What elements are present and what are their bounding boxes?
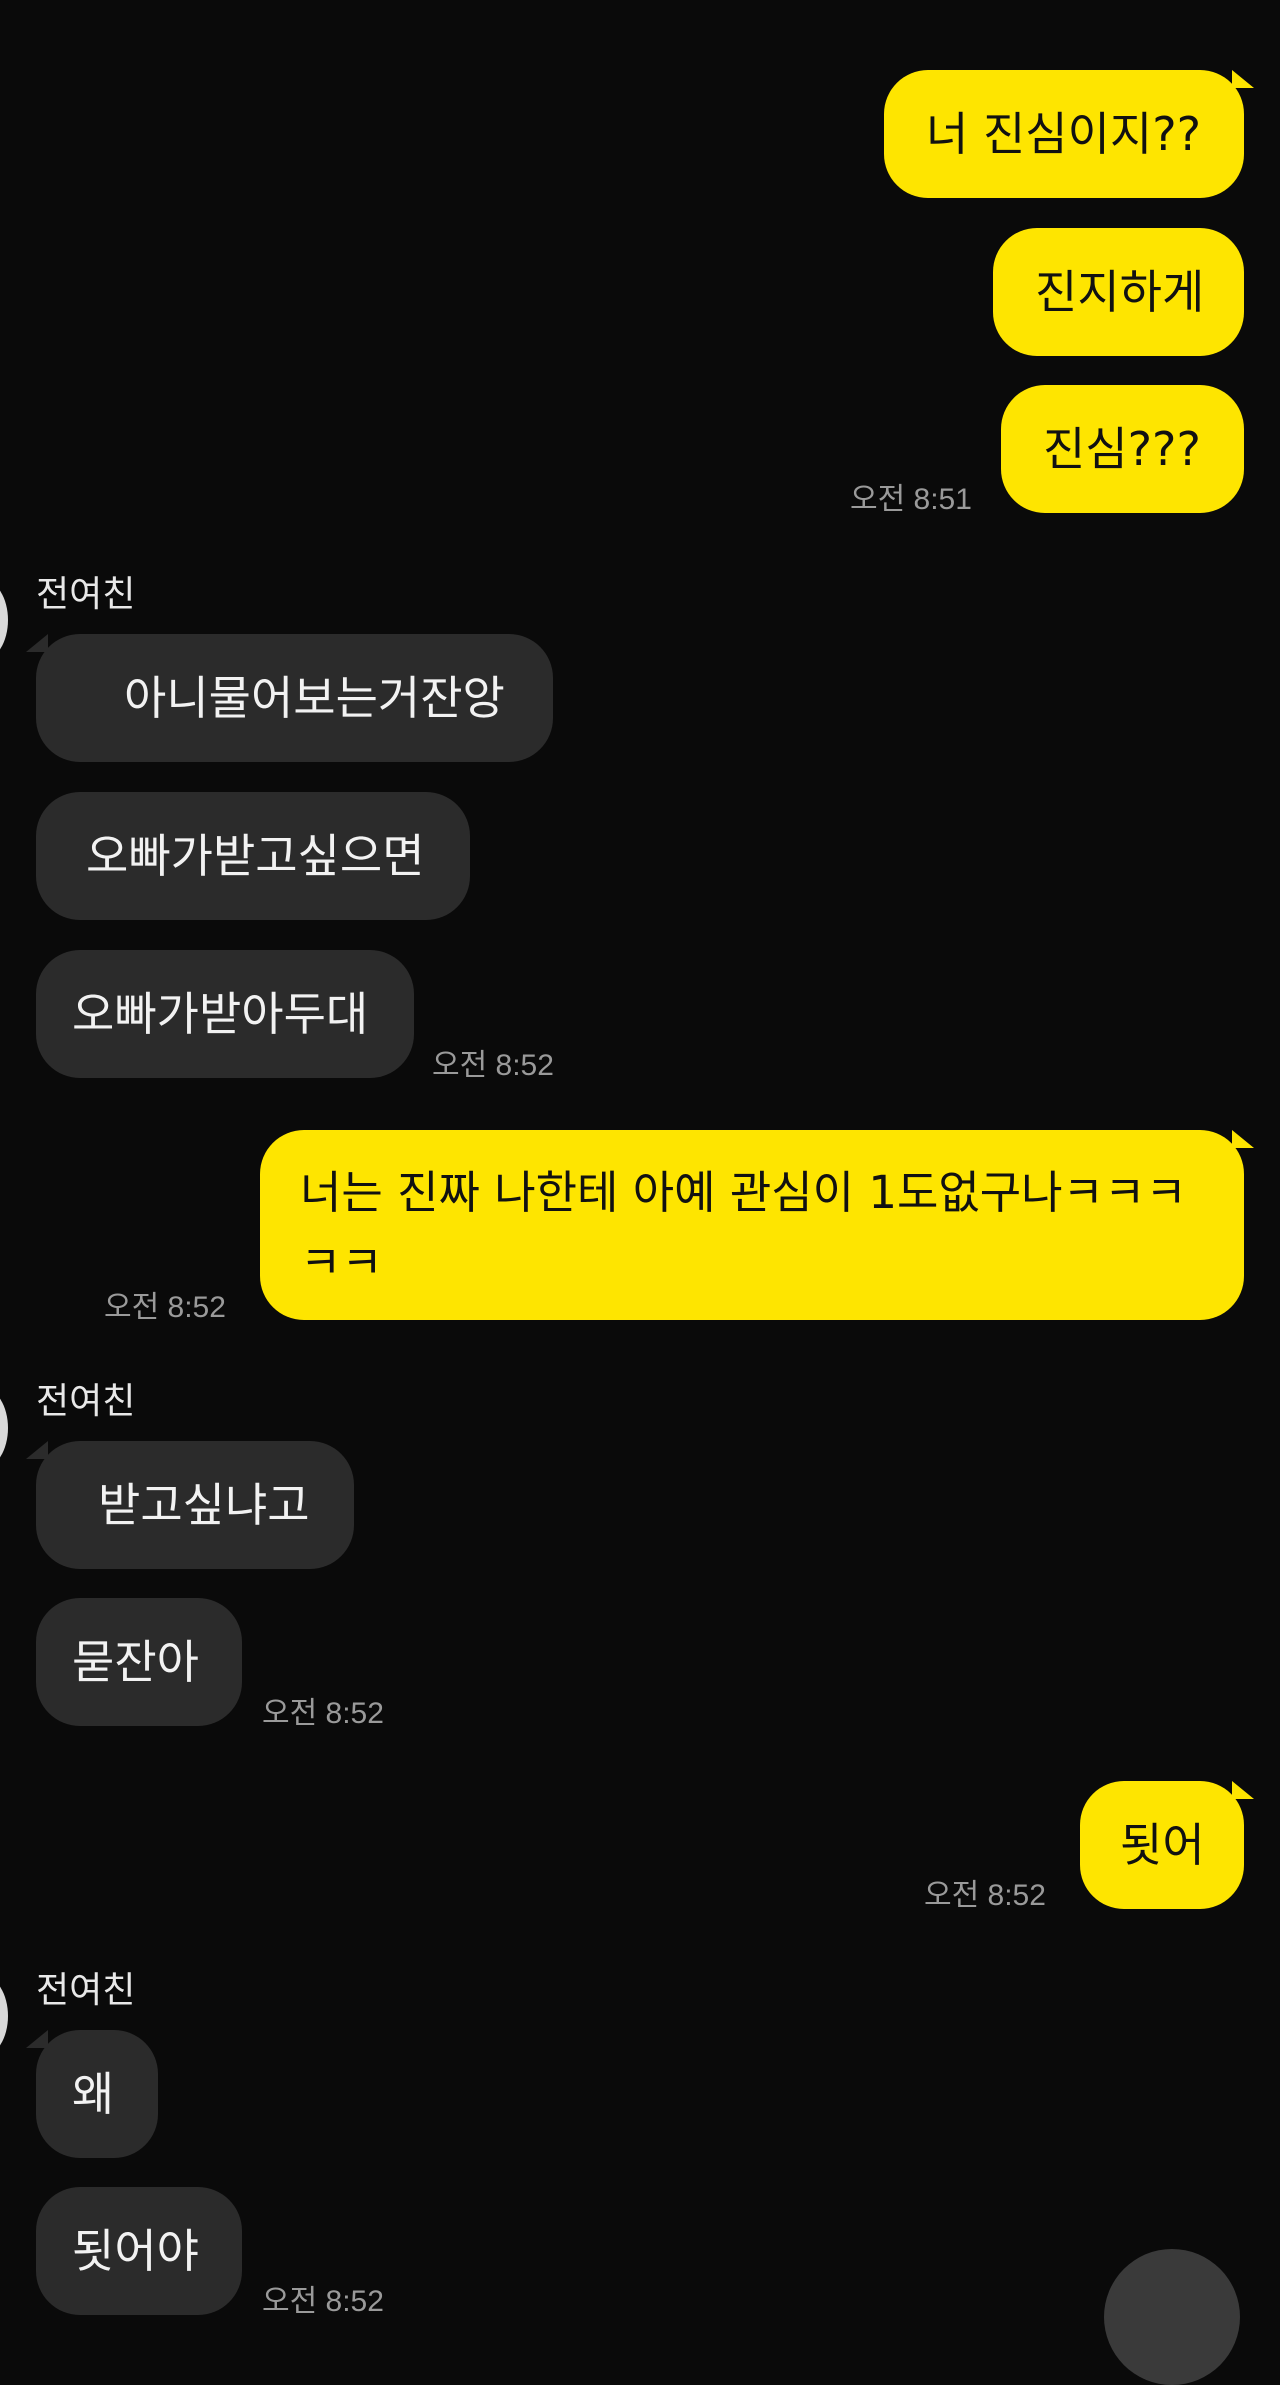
sender-name: 전여친 bbox=[36, 1381, 136, 1422]
bubble-tail bbox=[26, 634, 48, 652]
my-message-bubble[interactable]: 진지하게 bbox=[993, 228, 1244, 356]
bubble-tail bbox=[1232, 70, 1254, 88]
their-message-bubble[interactable]: 오빠가받아두대 bbox=[36, 950, 414, 1078]
message-text: 아니물어보는거잔앙 bbox=[124, 671, 505, 725]
their-message-bubble[interactable]: 오빠가받고싶으면 bbox=[36, 792, 470, 920]
their-message-bubble[interactable]: 됫어야 bbox=[36, 2187, 242, 2315]
message-text: 진지하게 bbox=[1035, 265, 1205, 319]
their-message-bubble[interactable]: 묻잔아 bbox=[36, 1598, 242, 1726]
sender-avatar[interactable] bbox=[0, 1388, 8, 1468]
bubble-tail bbox=[26, 1441, 48, 1459]
message-text: 됫어야 bbox=[72, 2224, 199, 2278]
message-timestamp: 오전 8:52 bbox=[262, 1697, 384, 1730]
message-text: 너는 진짜 나한테 아예 관심이 1도없구나ㅋㅋㅋ ㅋㅋ bbox=[300, 1166, 1187, 1289]
bubble-tail bbox=[1232, 1781, 1254, 1799]
their-message-bubble[interactable]: 왜 bbox=[36, 2030, 158, 2158]
message-text: 왜 bbox=[72, 2067, 115, 2121]
message-text: 받고싶냐고 bbox=[98, 1478, 310, 1532]
sender-name: 전여친 bbox=[36, 1970, 136, 2011]
message-text: 됫어 bbox=[1120, 1818, 1205, 1872]
message-text: 진심??? bbox=[1043, 422, 1201, 476]
message-text: 오빠가받고싶으면 bbox=[86, 829, 425, 883]
my-message-bubble[interactable]: 너는 진짜 나한테 아예 관심이 1도없구나ㅋㅋㅋ ㅋㅋ bbox=[260, 1130, 1244, 1320]
their-message-bubble[interactable]: 받고싶냐고 bbox=[36, 1441, 354, 1569]
my-message-bubble[interactable]: 됫어 bbox=[1080, 1781, 1244, 1909]
message-text: 너 진심이지?? bbox=[926, 107, 1202, 161]
sender-avatar[interactable] bbox=[0, 1976, 8, 2056]
message-timestamp: 오전 8:52 bbox=[104, 1291, 226, 1324]
message-text: 오빠가받아두대 bbox=[72, 987, 369, 1041]
sender-avatar[interactable] bbox=[0, 580, 8, 660]
bubble-tail bbox=[26, 2030, 48, 2048]
sender-name: 전여친 bbox=[36, 574, 136, 615]
message-text: 묻잔아 bbox=[72, 1635, 199, 1689]
message-timestamp: 오전 8:51 bbox=[850, 483, 972, 516]
their-message-bubble[interactable]: 아니물어보는거잔앙 bbox=[36, 634, 553, 762]
bubble-tail bbox=[1232, 1130, 1254, 1148]
my-message-bubble[interactable]: 진심??? bbox=[1001, 385, 1244, 513]
scroll-to-bottom-button[interactable] bbox=[1104, 2249, 1240, 2385]
my-message-bubble[interactable]: 너 진심이지?? bbox=[884, 70, 1244, 198]
message-timestamp: 오전 8:52 bbox=[262, 2285, 384, 2318]
message-timestamp: 오전 8:52 bbox=[924, 1879, 1046, 1912]
message-timestamp: 오전 8:52 bbox=[432, 1049, 554, 1082]
